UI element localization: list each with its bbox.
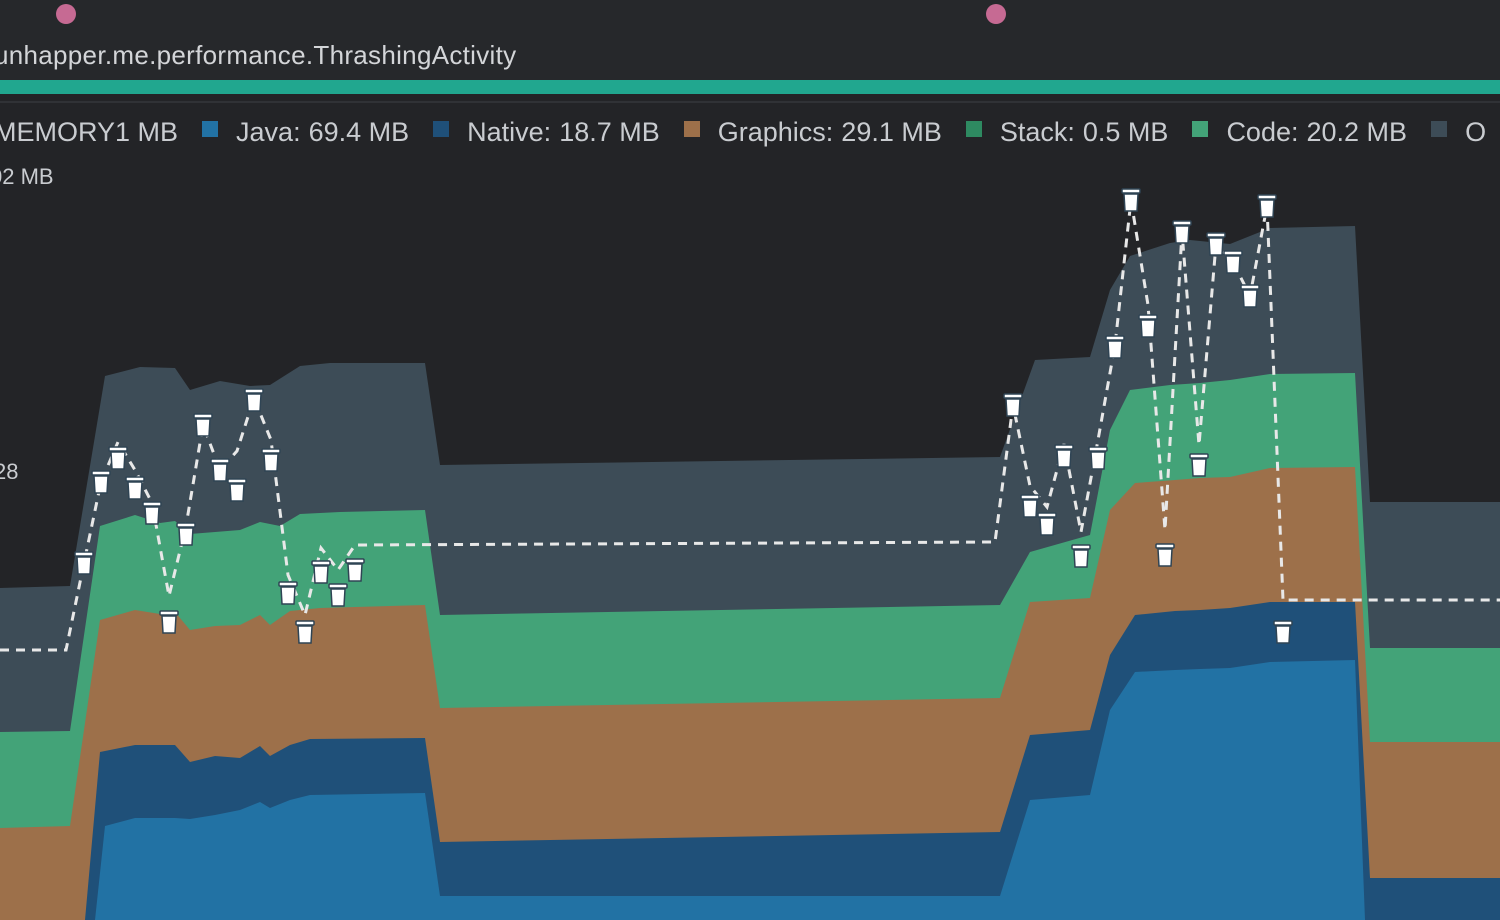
gc-event-trash-icon[interactable] xyxy=(1054,444,1074,468)
y-axis-top-label: 02 MB xyxy=(0,164,54,189)
gc-event-trash-icon[interactable] xyxy=(1223,250,1243,274)
native-swatch-icon xyxy=(433,121,450,137)
gc-event-trash-icon[interactable] xyxy=(1189,453,1209,477)
legend-item-graphics: Graphics: 29.1 MB xyxy=(683,116,942,148)
legend-label: Java: xyxy=(236,116,301,147)
legend-value: 0.5 MB xyxy=(1082,116,1169,147)
legend-value: 20.2 MB xyxy=(1306,116,1408,147)
legend-value: 29.1 MB xyxy=(841,116,942,147)
gc-event-trash-icon[interactable] xyxy=(210,458,230,482)
gc-event-trash-icon[interactable] xyxy=(91,470,111,494)
gc-event-trash-icon[interactable] xyxy=(1020,494,1040,518)
gc-event-trash-icon[interactable] xyxy=(227,478,247,502)
legend-total: MEMORY1 MB xyxy=(0,116,179,147)
stack-swatch-icon xyxy=(965,121,982,137)
gc-event-trash-icon[interactable] xyxy=(311,560,331,584)
legend-item-java: Java: 69.4 MB xyxy=(202,117,409,148)
y-axis-mid-label: 28 xyxy=(0,459,19,484)
gc-event-trash-icon[interactable] xyxy=(176,522,196,546)
gc-event-trash-icon[interactable] xyxy=(1121,188,1141,212)
legend-label: Native: xyxy=(467,116,552,147)
gc-event-trash-icon[interactable] xyxy=(345,558,365,582)
legend-label: Stack: xyxy=(999,116,1075,147)
legend-item-stack: Stack: 0.5 MB xyxy=(965,116,1169,148)
gc-event-trash-icon[interactable] xyxy=(1206,232,1226,256)
gc-event-trash-icon[interactable] xyxy=(295,620,315,644)
gc-event-trash-icon[interactable] xyxy=(193,413,213,437)
legend-item-others: O xyxy=(1431,117,1494,148)
legend-item-code: Code: 20.2 MB xyxy=(1192,117,1407,148)
gc-event-trash-icon[interactable] xyxy=(125,476,145,500)
gc-event-trash-icon[interactable] xyxy=(328,583,348,607)
memory-legend: MEMORY1 MB Java: 69.4 MB Native: 18.7 MB… xyxy=(0,112,1500,152)
java-swatch-icon xyxy=(202,121,219,137)
gc-event-trash-icon[interactable] xyxy=(261,448,281,472)
gc-event-trash-icon[interactable] xyxy=(1138,314,1158,338)
legend-label: O xyxy=(1465,116,1487,147)
legend-label: Code: xyxy=(1226,116,1299,147)
legend-label: Graphics: xyxy=(717,116,834,147)
gc-event-trash-icon[interactable] xyxy=(278,581,298,605)
gc-event-trash-icon[interactable] xyxy=(1105,335,1125,359)
gc-event-trash-icon[interactable] xyxy=(142,501,162,525)
graphics-swatch-icon xyxy=(683,121,700,137)
gc-event-trash-icon[interactable] xyxy=(108,446,128,470)
gc-event-trash-icon[interactable] xyxy=(1257,194,1277,218)
gc-event-trash-icon[interactable] xyxy=(1037,512,1057,536)
gc-event-trash-icon[interactable] xyxy=(1273,620,1293,644)
gc-event-trash-icon[interactable] xyxy=(1088,446,1108,470)
chart-areas xyxy=(0,226,1500,920)
gc-event-trash-icon[interactable] xyxy=(74,551,94,575)
legend-value: 69.4 MB xyxy=(308,116,410,147)
gc-event-trash-icon[interactable] xyxy=(1155,543,1175,567)
legend-value: 18.7 MB xyxy=(559,116,660,147)
others-swatch-icon xyxy=(1431,121,1448,137)
gc-event-trash-icon[interactable] xyxy=(244,388,264,412)
gc-event-trash-icon[interactable] xyxy=(1071,544,1091,568)
legend-item-native: Native: 18.7 MB xyxy=(433,117,660,148)
gc-event-trash-icon[interactable] xyxy=(1003,393,1023,417)
gc-event-trash-icon[interactable] xyxy=(159,610,179,634)
gc-event-trash-icon[interactable] xyxy=(1240,284,1260,308)
code-swatch-icon xyxy=(1192,121,1209,137)
gc-event-trash-icon[interactable] xyxy=(1172,220,1192,244)
